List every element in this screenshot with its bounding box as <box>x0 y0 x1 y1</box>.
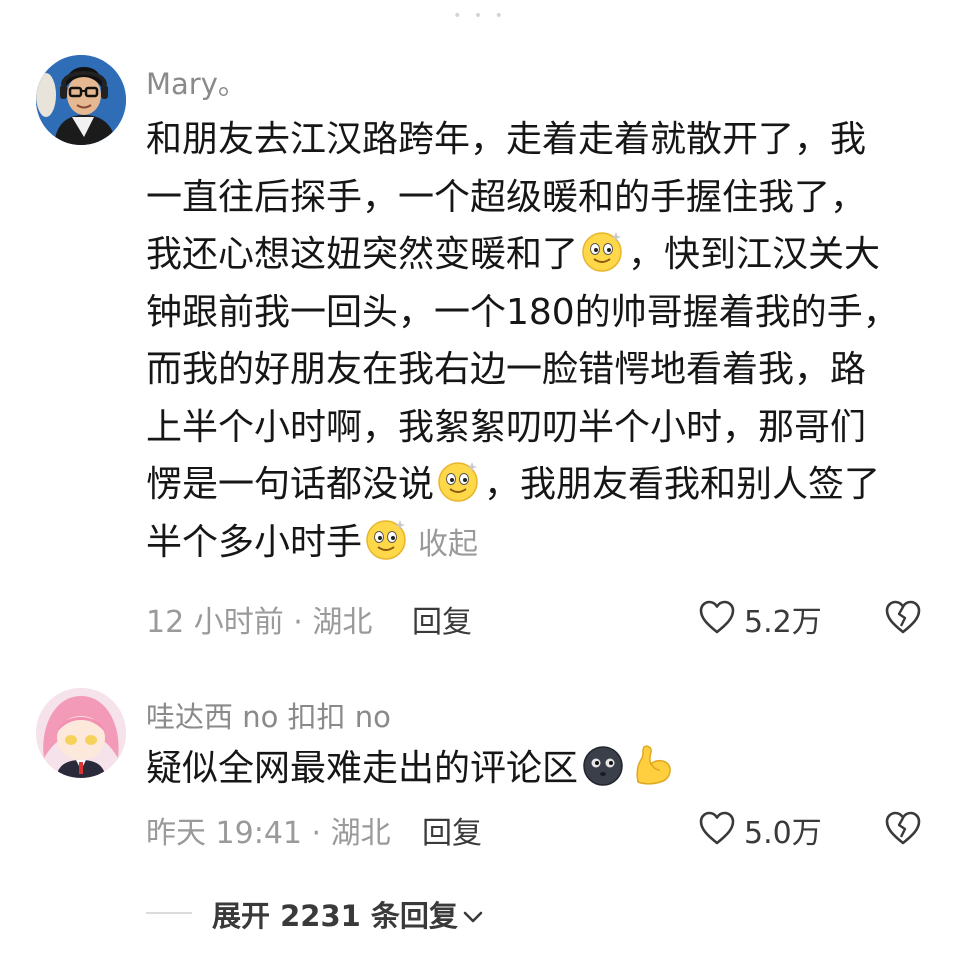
comment-line: 一直往后探手，一个超级暖和的手握住我了， <box>146 176 867 218</box>
broken-heart-icon[interactable] <box>884 810 922 846</box>
comment-line: 钟跟前我一回头，一个180的帅哥握着我的手， <box>146 291 899 333</box>
like-count: 5.0万 <box>744 816 822 851</box>
reply-button[interactable]: 回复 <box>412 597 472 641</box>
heart-icon <box>699 600 735 634</box>
smiling-face-icon <box>438 462 478 502</box>
avatar-image-icon <box>36 55 126 145</box>
comment-line: 而我的好朋友在我右边一脸错愕地看着我，路 <box>146 349 867 390</box>
comment-line: 愣是一句话都没说 ，我朋友看我和别人签了 <box>146 456 926 514</box>
drag-handle-dots: • • • <box>453 8 507 24</box>
flexed-biceps-icon <box>636 745 671 785</box>
avatar[interactable] <box>36 688 126 778</box>
smiling-face-icon <box>366 519 406 560</box>
avatar[interactable] <box>36 55 126 145</box>
comment-line: 疑似全网最难走出的评论区 <box>146 740 926 798</box>
timestamp-location: 12 小时前 · 湖北 <box>146 605 373 640</box>
reply-button[interactable]: 回复 <box>422 808 482 852</box>
expand-replies-row: 展开 2231 条回复 <box>146 893 646 933</box>
broken-heart-icon[interactable] <box>884 599 922 635</box>
comment-meta: 12 小时前 · 湖北 回复 5.2万 <box>146 597 936 640</box>
collapse-button[interactable]: 收起 <box>418 527 478 562</box>
username[interactable]: Mary。 <box>146 61 247 103</box>
comment-meta: 昨天 19:41 · 湖北 回复 5.0万 <box>146 808 936 851</box>
comment-text: 和朋友去江汉路跨年，走着走着就散开了，我 一直往后探手，一个超级暖和的手握住我了… <box>146 111 926 573</box>
comment-text: 疑似全网最难走出的评论区 <box>146 740 926 798</box>
comment-line: 半个多小时手 收起 <box>146 514 926 574</box>
avatar-image-icon <box>36 688 126 778</box>
chevron-down-icon <box>463 911 483 923</box>
expand-replies-button[interactable]: 展开 2231 条回复 <box>212 893 484 935</box>
comment-line: 我还心想这妞突然变暖和了 ，快到江汉关大 <box>146 226 926 284</box>
timestamp-location: 昨天 19:41 · 湖北 <box>146 816 391 851</box>
comment-page: • • • Mary。 和朋友去江汉路跨年，走着走着就散开了，我 一直往后探手，… <box>0 0 960 960</box>
divider <box>146 912 192 914</box>
dark-face-icon <box>583 746 623 786</box>
comment-line: 上半个小时啊，我絮絮叨叨半个小时，那哥们 <box>146 406 867 448</box>
smiling-face-icon <box>582 232 622 272</box>
comment-line: 和朋友去江汉路跨年，走着走着就散开了，我 <box>146 119 867 160</box>
like-count: 5.2万 <box>744 605 822 640</box>
username[interactable]: 哇达西 no 扣扣 no <box>146 694 391 736</box>
heart-icon <box>699 811 735 845</box>
